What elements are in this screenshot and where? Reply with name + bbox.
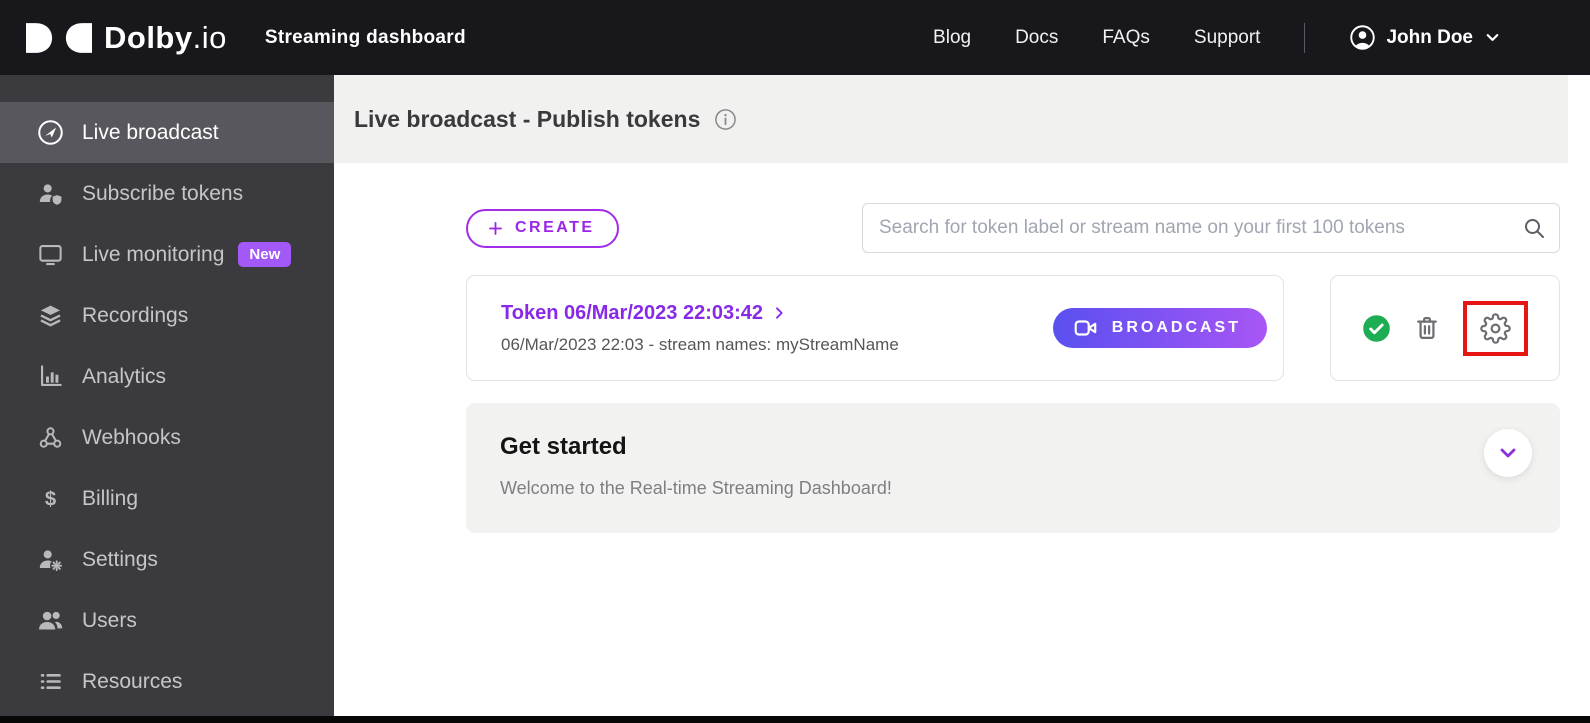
sidebar-item-label: Live monitoring — [82, 242, 225, 266]
sidebar-item-users[interactable]: Users — [0, 590, 334, 651]
token-row: Token 06/Mar/2023 22:03:42 06/Mar/2023 2… — [466, 275, 1560, 381]
page-header: Live broadcast - Publish tokens — [334, 75, 1568, 163]
sidebar-item-live-monitoring[interactable]: Live monitoring New — [0, 224, 334, 285]
user-menu[interactable]: John Doe — [1349, 24, 1502, 51]
webhook-icon — [36, 424, 64, 451]
get-started-panel: Get started Welcome to the Real-time Str… — [466, 403, 1560, 533]
get-started-subtitle: Welcome to the Real-time Streaming Dashb… — [500, 478, 892, 498]
chevron-down-icon — [1496, 441, 1520, 465]
sidebar-item-label: Settings — [82, 547, 158, 571]
token-link[interactable]: Token 06/Mar/2023 22:03:42 — [501, 302, 1053, 325]
token-actions-card — [1330, 275, 1560, 381]
sidebar-item-label: Resources — [82, 669, 183, 693]
sidebar-item-label: Users — [82, 608, 137, 632]
sidebar-item-resources[interactable]: Resources — [0, 651, 334, 712]
chevron-right-icon — [771, 305, 787, 321]
nav-faqs[interactable]: FAQs — [1102, 27, 1150, 49]
topnav-divider — [1304, 22, 1306, 53]
user-name: John Doe — [1386, 26, 1473, 48]
sidebar-item-label: Billing — [82, 486, 139, 510]
topnav: Blog Docs FAQs Support John Doe — [933, 22, 1590, 53]
users-icon — [36, 607, 64, 634]
sidebar-item-recordings[interactable]: Recordings — [0, 285, 334, 346]
create-button-label: CREATE — [515, 219, 595, 236]
highlight-box — [1463, 300, 1528, 356]
sidebar: Live broadcast Subscribe tokens Live mon… — [0, 75, 334, 716]
toolbar: CREATE — [466, 203, 1560, 253]
user-avatar-icon — [1349, 24, 1376, 51]
trash-icon — [1413, 314, 1441, 342]
bar-chart-icon — [36, 363, 64, 390]
gear-icon — [1480, 312, 1511, 344]
sidebar-item-analytics[interactable]: Analytics — [0, 346, 334, 407]
sidebar-item-label: Live broadcast — [82, 120, 219, 144]
topbar: Dolby.io Streaming dashboard Blog Docs FAQ… — [0, 0, 1590, 75]
nav-support[interactable]: Support — [1194, 27, 1261, 49]
sidebar-item-subscribe-tokens[interactable]: Subscribe tokens — [0, 163, 334, 224]
content-area: CREATE Token 06/Mar/2023 22:03:42 06/Mar… — [334, 203, 1590, 533]
search-icon[interactable] — [1522, 216, 1546, 240]
subscribe-tokens-icon — [36, 180, 64, 207]
active-status-check-icon — [1362, 314, 1391, 343]
sidebar-item-label: Recordings — [82, 303, 189, 327]
dollar-icon: $ — [36, 485, 64, 512]
main-content: Live broadcast - Publish tokens CREATE T… — [334, 75, 1590, 716]
search-box — [862, 203, 1560, 253]
expand-get-started-button[interactable] — [1484, 429, 1532, 477]
create-button[interactable]: CREATE — [466, 208, 619, 248]
get-started-title: Get started — [500, 433, 627, 460]
live-broadcast-icon — [36, 119, 64, 146]
person-gear-icon — [36, 546, 64, 573]
new-badge: New — [238, 242, 292, 267]
sidebar-item-label: Webhooks — [82, 425, 181, 449]
token-texts: Token 06/Mar/2023 22:03:42 06/Mar/2023 2… — [501, 302, 1053, 355]
sidebar-item-label: Analytics — [82, 364, 167, 388]
nav-docs[interactable]: Docs — [1015, 27, 1058, 49]
nav-blog[interactable]: Blog — [933, 27, 971, 49]
logo-text: Dolby.io — [104, 19, 227, 55]
layers-icon — [36, 302, 64, 329]
page-title: Live broadcast - Publish tokens — [354, 105, 701, 132]
chevron-down-icon — [1483, 28, 1502, 47]
token-subtitle: 06/Mar/2023 22:03 - stream names: myStre… — [501, 334, 899, 354]
token-settings-button[interactable] — [1480, 312, 1511, 344]
sidebar-item-billing[interactable]: $ Billing — [0, 468, 334, 529]
app-title: Streaming dashboard — [264, 26, 466, 48]
sidebar-item-label: Subscribe tokens — [82, 181, 244, 205]
list-icon — [36, 668, 64, 695]
info-icon[interactable] — [714, 108, 737, 131]
broadcast-button-label: BROADCAST — [1111, 319, 1241, 336]
sidebar-item-live-broadcast[interactable]: Live broadcast — [0, 102, 334, 163]
bottom-strip — [0, 716, 1590, 723]
sidebar-item-settings[interactable]: Settings — [0, 529, 334, 590]
search-input[interactable] — [862, 203, 1560, 253]
broadcast-button[interactable]: BROADCAST — [1052, 308, 1267, 348]
sidebar-item-webhooks[interactable]: Webhooks — [0, 407, 334, 468]
plus-icon — [486, 219, 505, 238]
token-title: Token 06/Mar/2023 22:03:42 — [501, 301, 764, 324]
video-camera-icon — [1073, 315, 1099, 341]
svg-text:$: $ — [44, 488, 55, 510]
monitor-icon — [36, 241, 64, 268]
dolby-logo-icon — [26, 22, 92, 54]
token-card: Token 06/Mar/2023 22:03:42 06/Mar/2023 2… — [466, 275, 1284, 381]
dolby-logo: Dolby.io — [26, 20, 227, 56]
delete-token-button[interactable] — [1413, 314, 1441, 342]
